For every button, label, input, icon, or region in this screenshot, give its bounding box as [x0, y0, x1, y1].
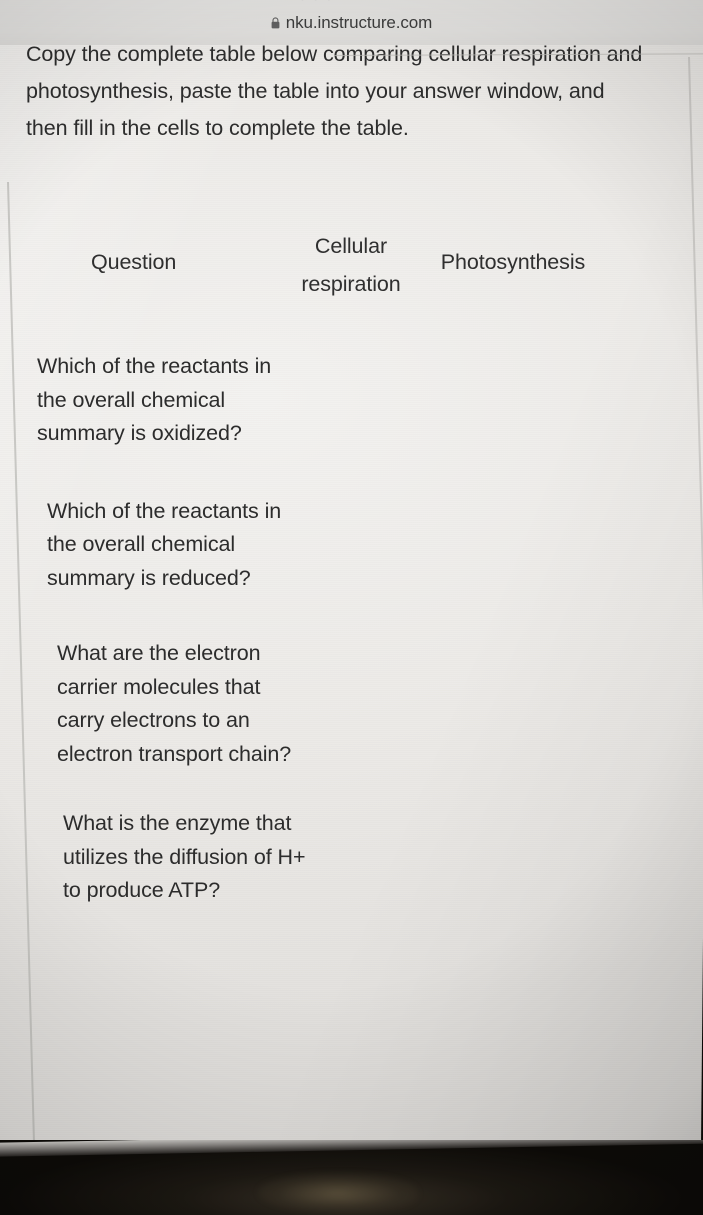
column-header-cellular-respiration-line1: Cellular: [314, 234, 388, 258]
monitor-bezel: [0, 1140, 703, 1215]
browser-page-content: Copy the complete table below comparing …: [0, 0, 703, 1174]
table-row: What is the enzyme that utilizes the dif…: [0, 807, 690, 908]
question-cell: Which of the reactants in the overall ch…: [37, 354, 272, 445]
column-header-question: Question: [90, 250, 177, 274]
table-right-border: [688, 57, 703, 1172]
table-header-row: Question Cellular respiration Photosynth…: [0, 205, 690, 303]
column-header-cellular-respiration-line2: respiration: [301, 272, 401, 296]
url-text: nku.instructure.com: [285, 12, 433, 32]
question-cell: What are the electron carrier molecules …: [57, 641, 292, 766]
column-header-photosynthesis: Photosynthesis: [440, 250, 586, 274]
instructions-paragraph: Copy the complete table below comparing …: [26, 42, 643, 140]
browser-url-bar[interactable]: nku.instructure.com: [0, 0, 703, 45]
lock-icon: [271, 16, 280, 29]
question-cell: What is the enzyme that utilizes the dif…: [63, 811, 306, 902]
table-row: Which of the reactants in the overall ch…: [0, 350, 690, 451]
screenshot-root: Copy the complete table below comparing …: [0, 0, 703, 1215]
column-header-cellular-respiration: Cellular respiration: [267, 205, 435, 303]
question-cell: Which of the reactants in the overall ch…: [47, 498, 282, 590]
table-row: Which of the reactants in the overall ch…: [0, 495, 690, 596]
bezel-reflection-blob: [258, 1173, 418, 1213]
table-row: What are the electron carrier molecules …: [0, 637, 690, 771]
comparison-table: Question Cellular respiration Photosynth…: [0, 205, 690, 908]
